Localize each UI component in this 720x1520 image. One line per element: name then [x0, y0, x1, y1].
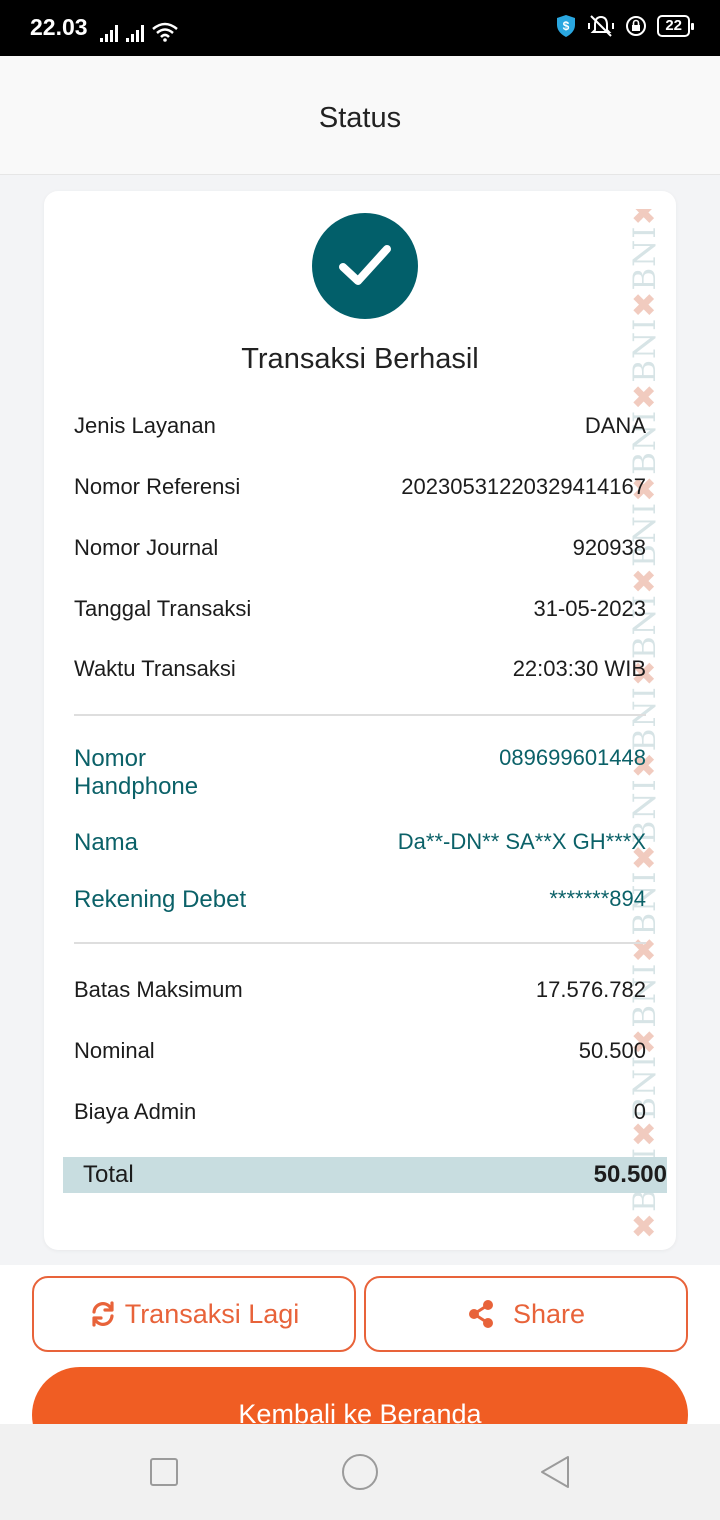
watermark-mark: ✖ [628, 290, 662, 318]
total-row: Total 50.500 [63, 1157, 667, 1193]
detail-value: DANA [584, 413, 646, 438]
home-icon[interactable] [342, 1454, 378, 1490]
status-right-icons: $ 22 [555, 14, 694, 38]
customer-label: Nomor Handphone [74, 745, 199, 800]
detail-label: Jenis Layanan [74, 413, 216, 438]
watermark-mark: ✖ [628, 209, 662, 226]
amount-value: 17.576.782 [535, 977, 646, 1002]
detail-value: 31-05-2023 [533, 596, 646, 621]
success-check-icon [312, 213, 418, 319]
total-label: Total [83, 1161, 134, 1188]
recent-apps-icon[interactable] [150, 1458, 178, 1486]
watermark-word: BNI [628, 686, 662, 752]
watermark-mark: ✖ [628, 935, 662, 963]
customer-label: Rekening Debet [74, 886, 247, 913]
share-icon [468, 1300, 493, 1328]
refresh-icon [92, 1301, 114, 1327]
system-nav-bar [0, 1424, 720, 1520]
watermark-mark: ✖ [628, 1212, 662, 1239]
customer-label: Nama [74, 829, 139, 856]
detail-label: Nomor Journal [74, 535, 219, 560]
customer-value: Da**-DN** SA**X GH***X [397, 829, 646, 854]
app-header: Status [0, 56, 720, 175]
repeat-transaction-label: Transaksi Lagi [124, 1298, 300, 1329]
receipt-card: ✖BNI✖BNI✖BNI✖BNI✖BNI✖BNI✖BNI✖BNI✖BNI✖BNI… [44, 191, 676, 1250]
customer-value: 089699601448 [499, 745, 646, 770]
detail-label: Nomor Referensi [74, 474, 241, 499]
watermark-mark: ✖ [628, 567, 662, 595]
section-divider [74, 714, 646, 716]
lock-rotation-icon [626, 16, 647, 36]
status-time: 22.03 [30, 14, 88, 40]
share-label: Share [512, 1298, 586, 1329]
total-value: 50.500 [593, 1161, 667, 1188]
detail-label: Tanggal Transaksi [74, 596, 252, 621]
amount-value: 50.500 [578, 1038, 646, 1063]
customer-value: *******894 [549, 886, 646, 911]
share-button[interactable]: Share [364, 1276, 688, 1352]
status-bar: 22.03 $ 22 [0, 0, 720, 56]
amount-label: Batas Maksimum [74, 977, 243, 1002]
vibrate-icon [588, 15, 615, 37]
watermark-word: BNI [628, 225, 662, 291]
amount-value: 0 [633, 1099, 646, 1124]
detail-value: 920938 [572, 535, 646, 560]
battery-icon: 22 [657, 15, 694, 37]
detail-value: 20230531220329414167 [401, 474, 646, 499]
wifi-icon [152, 22, 178, 42]
transaction-status-title: Transaksi Berhasil [241, 343, 479, 375]
svg-text:$: $ [563, 19, 570, 33]
page-title: Status [318, 102, 402, 134]
detail-label: Waktu Transaksi [74, 656, 236, 681]
section-divider [74, 942, 646, 944]
repeat-transaction-button[interactable]: Transaksi Lagi [32, 1276, 356, 1352]
signal-icon [126, 24, 144, 42]
amount-label: Biaya Admin [74, 1099, 197, 1124]
back-icon[interactable] [538, 1454, 572, 1490]
signal-icon [100, 24, 118, 42]
amount-label: Nominal [74, 1038, 155, 1063]
detail-value: 22:03:30 WIB [512, 656, 646, 681]
watermark-mark: ✖ [628, 382, 662, 410]
shield-icon: $ [557, 15, 576, 37]
signal-indicators [100, 22, 178, 42]
